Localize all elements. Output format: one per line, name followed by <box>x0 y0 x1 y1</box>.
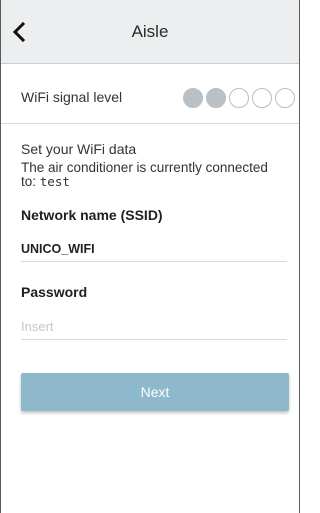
wifi-signal-row: WiFi signal level <box>1 64 299 124</box>
signal-dot <box>275 88 295 108</box>
password-input[interactable] <box>21 314 287 340</box>
page-title: Aisle <box>131 22 169 41</box>
ssid-input[interactable] <box>21 236 287 262</box>
wifi-signal-indicator <box>183 88 295 108</box>
setup-heading: Set your WiFi data <box>21 141 137 157</box>
ssid-label: Network name (SSID) <box>21 207 163 223</box>
next-button[interactable]: Next <box>21 373 289 411</box>
signal-dot <box>229 88 249 108</box>
password-label: Password <box>21 284 88 300</box>
connected-ssid: test <box>39 174 70 189</box>
signal-dot <box>252 88 272 108</box>
top-bar: Aisle <box>1 0 299 64</box>
app-screen: Aisle WiFi signal level Set your WiFi da… <box>0 0 300 513</box>
connection-status: The air conditioner is currently connect… <box>21 161 283 189</box>
wifi-signal-label: WiFi signal level <box>21 89 123 105</box>
signal-dot <box>206 88 226 108</box>
signal-dot <box>183 88 203 108</box>
